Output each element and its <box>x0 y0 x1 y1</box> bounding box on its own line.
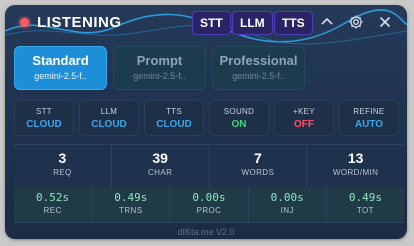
mode-prompt-button[interactable]: Prompt gemini-2.5-f.. <box>113 46 206 90</box>
timing-label: REC <box>43 206 62 215</box>
version-footer: dIKta.me V2.0 <box>177 227 235 237</box>
gear-icon[interactable] <box>347 13 365 31</box>
toggle-label: SOUND <box>223 107 255 116</box>
dictation-panel: LISTENING STT LLM TTS Standard gemini-2.… <box>5 5 407 239</box>
refine-toggle[interactable]: REFINE AUTO <box>339 100 399 136</box>
stat-label: CHAR <box>147 168 173 177</box>
timing-label: TRNS <box>119 206 143 215</box>
timing-value: 0.00s <box>270 191 304 204</box>
mode-professional-button[interactable]: Professional gemini-2.5-f.. <box>212 46 305 90</box>
header-bar: LISTENING STT LLM TTS <box>5 5 407 39</box>
stat-value: 7 <box>253 150 262 166</box>
stat-words: 7 WORDS <box>209 145 307 187</box>
mode-standard-button[interactable]: Standard gemini-2.5-f.. <box>14 46 107 90</box>
tts-toggle[interactable]: TTS CLOUD <box>144 100 204 136</box>
timing-value: 0.49s <box>114 191 148 204</box>
stats-grid: 3 REQ 39 CHAR 7 WORDS 13 WORD/MIN <box>14 144 404 188</box>
stat-char: 39 CHAR <box>111 145 209 187</box>
toggle-value: CLOUD <box>156 119 192 130</box>
timing-tot: 0.49s TOT <box>326 187 404 222</box>
timing-value: 0.52s <box>36 191 70 204</box>
timing-label: INJ <box>280 206 294 215</box>
close-icon[interactable] <box>376 13 394 31</box>
mode-model: gemini-2.5-f.. <box>232 71 285 81</box>
timing-inj: 0.00s INJ <box>248 187 326 222</box>
toggle-label: +KEY <box>293 107 315 116</box>
timings-grid: 0.52s REC 0.49s TRNS 0.00s PROC 0.00s IN… <box>14 187 404 223</box>
stat-word-per-min: 13 WORD/MIN <box>307 145 404 187</box>
tts-chip[interactable]: TTS <box>274 11 313 35</box>
timing-label: TOT <box>356 206 374 215</box>
toggle-value: CLOUD <box>26 119 62 130</box>
key-toggle[interactable]: +KEY OFF <box>274 100 334 136</box>
toggle-value: CLOUD <box>91 119 127 130</box>
sound-toggle[interactable]: SOUND ON <box>209 100 269 136</box>
timing-value: 0.00s <box>192 191 226 204</box>
stt-toggle[interactable]: STT CLOUD <box>14 100 74 136</box>
mode-model: gemini-2.5-f.. <box>133 71 186 81</box>
stat-label: WORDS <box>241 168 275 177</box>
stat-label: WORD/MIN <box>332 168 379 177</box>
stat-value: 3 <box>58 150 67 166</box>
toggle-label: STT <box>35 107 52 116</box>
llm-chip[interactable]: LLM <box>232 11 273 35</box>
mode-model: gemini-2.5-f.. <box>34 71 87 81</box>
mode-name: Prompt <box>136 53 183 68</box>
timing-rec: 0.52s REC <box>14 187 92 222</box>
toggle-value: OFF <box>294 119 314 130</box>
llm-toggle[interactable]: LLM CLOUD <box>79 100 139 136</box>
stat-value: 13 <box>347 150 364 166</box>
timing-trns: 0.49s TRNS <box>92 187 170 222</box>
timing-proc: 0.00s PROC <box>170 187 248 222</box>
stt-chip[interactable]: STT <box>192 11 231 35</box>
toggle-label: LLM <box>100 107 118 116</box>
mode-name: Standard <box>32 53 89 68</box>
toggle-value: ON <box>231 119 247 130</box>
toggle-label: REFINE <box>353 107 385 116</box>
recording-indicator-icon <box>20 18 29 27</box>
stat-label: REQ <box>53 168 72 177</box>
status-title: LISTENING <box>37 14 122 31</box>
timing-value: 0.49s <box>348 191 382 204</box>
mode-name: Professional <box>219 53 298 68</box>
stat-value: 39 <box>152 150 168 166</box>
toggle-value: AUTO <box>354 119 384 130</box>
stat-req: 3 REQ <box>14 145 111 187</box>
chevron-up-icon[interactable] <box>318 13 336 31</box>
toggle-label: TTS <box>165 107 182 116</box>
timing-label: PROC <box>196 206 222 215</box>
